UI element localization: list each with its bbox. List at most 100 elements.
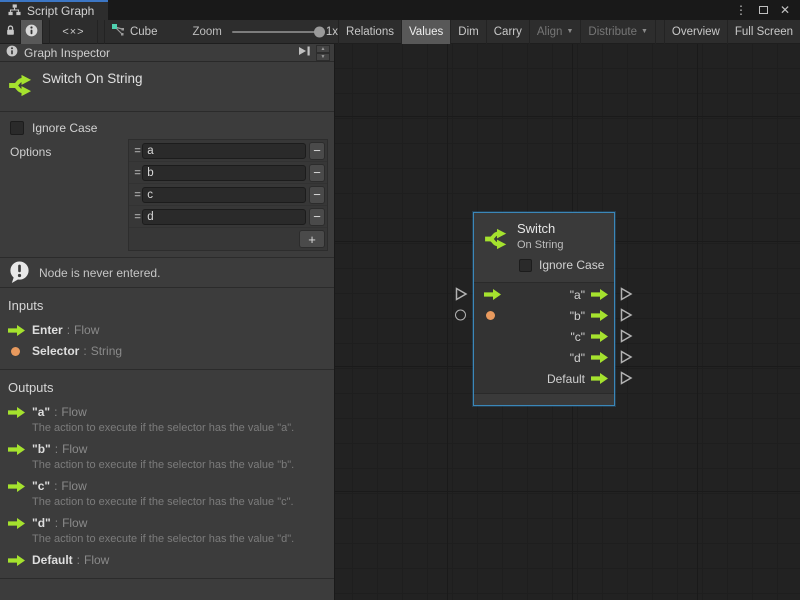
node-port-row: "c" bbox=[474, 326, 614, 347]
inspector-title: Graph Inspector bbox=[24, 46, 110, 60]
flow-arrow-icon bbox=[8, 555, 32, 566]
selector-port-connector[interactable] bbox=[455, 310, 466, 321]
align-button[interactable]: Align▼ bbox=[530, 20, 582, 44]
drag-handle-icon[interactable]: = bbox=[133, 145, 142, 157]
port-type: Flow bbox=[74, 323, 99, 337]
remove-option-button[interactable]: − bbox=[309, 186, 325, 204]
node-header[interactable]: Switch On String Ignore Case bbox=[474, 213, 614, 283]
graph-target-icon bbox=[112, 24, 124, 39]
flow-arrow-icon bbox=[8, 325, 32, 336]
output-c-connector[interactable] bbox=[619, 329, 633, 343]
port-name: Default bbox=[32, 553, 73, 567]
code-preview-button[interactable]: <×> bbox=[50, 20, 99, 44]
option-row: = − bbox=[129, 206, 327, 228]
output-default-icon[interactable] bbox=[591, 373, 608, 384]
zoom-label: Zoom bbox=[192, 26, 221, 38]
inspector-toggle-button[interactable] bbox=[21, 20, 42, 44]
port-label: "b" bbox=[570, 309, 585, 323]
output-default-connector[interactable] bbox=[619, 371, 633, 385]
port-separator: : bbox=[83, 344, 86, 358]
option-input-1[interactable] bbox=[142, 165, 306, 181]
scroll-down-icon[interactable]: ▼ bbox=[316, 53, 330, 61]
output-a-connector[interactable] bbox=[619, 287, 633, 301]
enter-port-connector[interactable] bbox=[454, 287, 468, 301]
lock-button[interactable] bbox=[0, 20, 21, 44]
option-input-3[interactable] bbox=[142, 209, 306, 225]
overview-button[interactable]: Overview bbox=[664, 20, 728, 44]
port-name: Enter bbox=[32, 323, 63, 337]
output-c-icon[interactable] bbox=[591, 331, 608, 342]
options-footer: + bbox=[129, 228, 327, 250]
script-graph-icon bbox=[8, 4, 21, 19]
port-description: The action to execute if the selector ha… bbox=[0, 459, 334, 475]
inspector-node-title-section: Switch On String bbox=[0, 62, 334, 112]
inspector-node-title: Switch On String bbox=[42, 71, 143, 86]
port-label: "a" bbox=[570, 288, 585, 302]
graph-target-button[interactable]: Cube bbox=[105, 20, 165, 44]
node-port-row: "b" bbox=[474, 305, 614, 326]
zoom-slider-handle[interactable] bbox=[314, 26, 325, 37]
ignore-case-checkbox[interactable] bbox=[10, 121, 24, 135]
enter-port-icon[interactable] bbox=[484, 289, 501, 300]
distribute-button[interactable]: Distribute▼ bbox=[581, 20, 656, 44]
port-type: Flow bbox=[61, 405, 86, 419]
scroll-up-icon[interactable]: ▲ bbox=[316, 45, 330, 53]
values-button[interactable]: Values bbox=[402, 20, 451, 44]
graph-canvas[interactable]: Switch On String Ignore Case "a" "b" bbox=[335, 44, 800, 600]
kebab-menu-icon[interactable]: ⋮ bbox=[732, 1, 750, 19]
warning-banner: Node is never entered. bbox=[0, 258, 334, 288]
drag-handle-icon[interactable]: = bbox=[133, 167, 142, 179]
tab-script-graph[interactable]: Script Graph bbox=[0, 0, 108, 20]
output-d-icon[interactable] bbox=[591, 352, 608, 363]
selector-port-icon[interactable] bbox=[486, 311, 495, 320]
maximize-icon[interactable] bbox=[754, 1, 772, 19]
remove-option-button[interactable]: − bbox=[309, 142, 325, 160]
port-separator: : bbox=[54, 405, 57, 419]
node-ignore-case-label: Ignore Case bbox=[539, 258, 604, 272]
flow-arrow-icon bbox=[8, 407, 32, 418]
drag-handle-icon[interactable]: = bbox=[133, 189, 142, 201]
input-port-selector: Selector : String bbox=[0, 340, 334, 361]
output-a-icon[interactable] bbox=[591, 289, 608, 300]
remove-option-button[interactable]: − bbox=[309, 208, 325, 226]
switch-node-icon bbox=[8, 72, 35, 102]
node-ignore-case-checkbox[interactable] bbox=[519, 259, 532, 272]
options-label: Options bbox=[10, 145, 51, 159]
output-port-default: Default : Flow bbox=[0, 549, 334, 570]
zoom-slider[interactable] bbox=[232, 31, 320, 33]
node-port-row: "d" bbox=[474, 347, 614, 368]
carry-button[interactable]: Carry bbox=[487, 20, 530, 44]
output-d-connector[interactable] bbox=[619, 350, 633, 364]
dock-panel-icon[interactable] bbox=[297, 45, 312, 60]
info-icon bbox=[6, 45, 18, 60]
port-name: "c" bbox=[32, 479, 50, 493]
node-subtitle: On String bbox=[517, 239, 563, 251]
port-separator: : bbox=[55, 442, 58, 456]
remove-option-button[interactable]: − bbox=[309, 164, 325, 182]
warning-text: Node is never entered. bbox=[39, 266, 160, 280]
drag-handle-icon[interactable]: = bbox=[133, 211, 142, 223]
chevron-down-icon: ▼ bbox=[566, 28, 573, 35]
port-description: The action to execute if the selector ha… bbox=[0, 496, 334, 512]
port-type: Flow bbox=[62, 516, 87, 530]
flow-arrow-icon bbox=[8, 481, 32, 492]
port-separator: : bbox=[55, 516, 58, 530]
switch-on-string-node[interactable]: Switch On String Ignore Case "a" "b" bbox=[473, 212, 615, 406]
node-port-row: Default bbox=[474, 368, 614, 389]
output-b-icon[interactable] bbox=[591, 310, 608, 321]
node-title: Switch bbox=[517, 221, 555, 236]
option-input-2[interactable] bbox=[142, 187, 306, 203]
relations-button[interactable]: Relations bbox=[338, 20, 402, 44]
output-b-connector[interactable] bbox=[619, 308, 633, 322]
port-name: Selector bbox=[32, 344, 79, 358]
fullscreen-button[interactable]: Full Screen bbox=[728, 20, 800, 44]
dim-button[interactable]: Dim bbox=[451, 20, 486, 44]
close-icon[interactable]: ✕ bbox=[776, 1, 794, 19]
add-option-button[interactable]: + bbox=[299, 230, 325, 248]
graph-target-label: Cube bbox=[130, 26, 158, 38]
graph-toolbar: <×> Cube Zoom 1x Relations Values Dim Ca… bbox=[0, 20, 800, 44]
port-type: Flow bbox=[61, 479, 86, 493]
option-input-0[interactable] bbox=[142, 143, 306, 159]
port-label: "c" bbox=[570, 330, 585, 344]
port-name: "b" bbox=[32, 442, 51, 456]
